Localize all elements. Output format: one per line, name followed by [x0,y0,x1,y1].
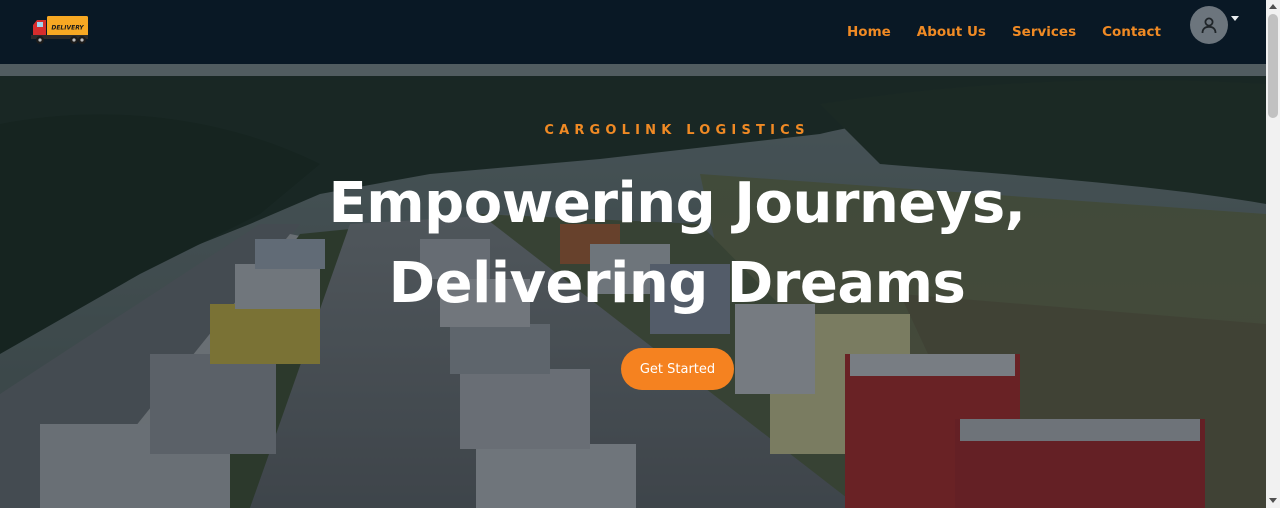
caret-down-icon [1231,15,1239,21]
hero-content: CARGOLINK LOGISTICS Empowering Journeys,… [0,64,1266,508]
nav-link-services[interactable]: Services [1012,24,1076,40]
hero-section: CARGOLINK LOGISTICS Empowering Journeys,… [0,64,1266,508]
nav-link-home[interactable]: Home [847,24,891,40]
brand-eyebrow: CARGOLINK LOGISTICS [544,123,810,138]
nav-links: Home About Us Services Contact [847,0,1187,64]
delivery-truck-icon: DELIVERY [31,16,88,44]
user-menu-toggle[interactable] [1190,6,1239,44]
delivery-truck-logo[interactable]: DELIVERY [31,15,89,45]
headline-line-2: Delivering Dreams [388,251,966,316]
nav-link-contact[interactable]: Contact [1102,24,1161,40]
scroll-thumb[interactable] [1268,14,1278,118]
nav-link-about-us[interactable]: About Us [917,24,986,40]
user-avatar-icon [1201,17,1217,34]
svg-text:DELIVERY: DELIVERY [51,25,84,32]
hero-headline: Empowering Journeys, Delivering Dreams [0,164,1266,324]
navbar: DELIVERY Home About Us Services Contact [0,0,1266,64]
page-scrollbar[interactable] [1266,0,1280,508]
avatar [1190,6,1228,44]
get-started-button[interactable]: Get Started [621,348,734,390]
headline-line-1: Empowering Journeys, [328,171,1026,236]
scroll-up-arrow-icon[interactable] [1269,4,1277,9]
scroll-down-arrow-icon[interactable] [1269,498,1277,503]
